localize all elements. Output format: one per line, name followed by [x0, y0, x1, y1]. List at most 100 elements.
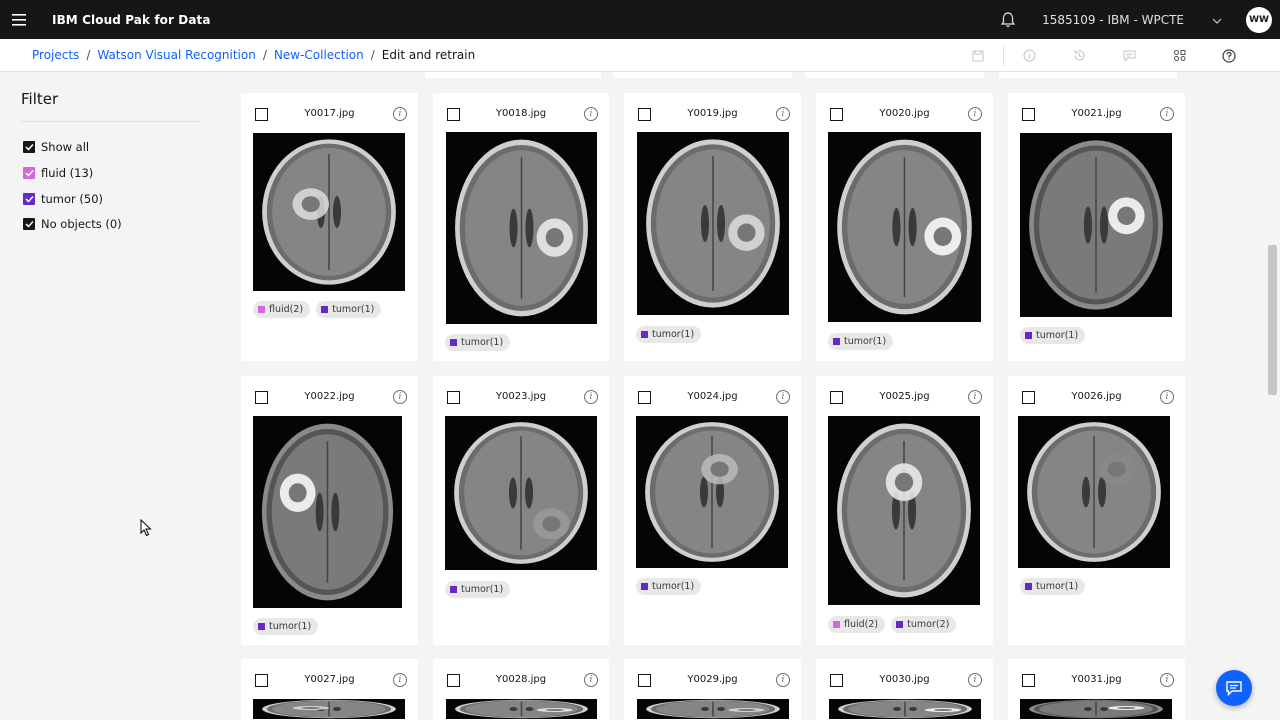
mri-image[interactable]	[253, 416, 402, 608]
mri-image[interactable]	[829, 699, 981, 719]
image-filename: Y0025.jpg	[879, 391, 930, 402]
checkbox-checked-icon[interactable]	[23, 141, 35, 153]
info-icon[interactable]: i	[584, 390, 598, 404]
filter-tumor[interactable]: tumor (50)	[23, 192, 103, 206]
mri-image[interactable]	[1020, 133, 1172, 317]
object-tag[interactable]: tumor(1)	[316, 301, 382, 318]
info-icon[interactable]: i	[968, 673, 982, 687]
image-card[interactable]: Y0019.jpg i tumor(1)	[624, 93, 801, 361]
filter-show-all[interactable]: Show all	[23, 140, 89, 154]
info-icon[interactable]: i	[968, 390, 982, 404]
card-partial	[425, 72, 601, 78]
info-icon[interactable]: i	[1160, 107, 1174, 121]
history-icon[interactable]	[1054, 39, 1104, 72]
avatar[interactable]: WW	[1246, 6, 1272, 33]
info-icon[interactable]: i	[1160, 673, 1174, 687]
filter-no-objects[interactable]: No objects (0)	[23, 217, 122, 231]
image-card[interactable]: Y0024.jpg i tumor(1)	[624, 376, 801, 645]
tag-label: tumor(1)	[652, 329, 695, 340]
comment-icon[interactable]	[1104, 39, 1154, 72]
image-card[interactable]: Y0022.jpg i tumor(1)	[241, 376, 418, 645]
breadcrumb-watson-visual-recognition[interactable]: Watson Visual Recognition	[97, 48, 255, 62]
mri-image[interactable]	[637, 699, 789, 719]
image-card[interactable]: Y0026.jpg i tumor(1)	[1008, 376, 1185, 645]
settings-icon[interactable]	[1154, 39, 1204, 72]
object-tags: tumor(1)	[253, 618, 319, 635]
filter-title: Filter	[21, 90, 59, 108]
filter-label: No objects (0)	[41, 217, 122, 231]
toolbar	[953, 39, 1254, 72]
image-filename: Y0023.jpg	[495, 391, 547, 402]
tag-label: tumor(1)	[1036, 581, 1079, 592]
image-card[interactable]: Y0030.jpg i	[816, 659, 993, 720]
image-filename: Y0029.jpg	[687, 674, 738, 685]
object-tag[interactable]: tumor(1)	[253, 618, 319, 635]
account-switcher[interactable]: 1585109 - IBM - WPCTE	[1042, 13, 1222, 27]
image-card[interactable]: Y0020.jpg i tumor(1)	[816, 93, 993, 361]
info-icon[interactable]: i	[968, 107, 982, 121]
chat-icon[interactable]	[1216, 670, 1252, 706]
breadcrumb-separator: /	[370, 48, 375, 62]
image-card[interactable]: Y0025.jpg i fluid(2) tumor(2)	[816, 376, 993, 645]
image-card[interactable]: Y0018.jpg i tumor(1)	[433, 93, 609, 361]
info-icon[interactable]: i	[776, 107, 790, 121]
object-tag[interactable]: tumor(1)	[1020, 578, 1086, 595]
notification-bell-icon[interactable]	[998, 10, 1018, 30]
object-tag[interactable]: tumor(1)	[445, 334, 511, 351]
object-tag[interactable]: fluid(2)	[828, 616, 886, 633]
object-tag[interactable]: tumor(1)	[636, 326, 702, 343]
object-tag[interactable]: tumor(2)	[891, 616, 957, 633]
image-card[interactable]: Y0029.jpg i	[624, 659, 801, 720]
menu-icon[interactable]	[1, 0, 37, 39]
mri-image[interactable]	[253, 133, 405, 291]
tag-label: tumor(1)	[461, 337, 504, 348]
mri-image[interactable]	[446, 132, 597, 324]
mri-image[interactable]	[828, 132, 981, 322]
mri-image[interactable]	[828, 416, 980, 605]
info-icon[interactable]: i	[584, 107, 598, 121]
mri-image[interactable]	[253, 699, 405, 719]
object-tag[interactable]: tumor(1)	[828, 333, 894, 350]
image-card[interactable]: Y0028.jpg i	[433, 659, 609, 720]
breadcrumb-projects[interactable]: Projects	[32, 48, 79, 62]
image-filename: Y0019.jpg	[687, 108, 738, 119]
info-icon[interactable]	[1004, 39, 1054, 72]
info-icon[interactable]: i	[776, 673, 790, 687]
checkbox-checked-icon[interactable]	[23, 218, 35, 230]
filter-fluid[interactable]: fluid (13)	[23, 166, 93, 180]
image-filename: Y0027.jpg	[304, 674, 355, 685]
image-card[interactable]: Y0027.jpg i	[241, 659, 418, 720]
tag-label: tumor(1)	[269, 621, 312, 632]
mri-image[interactable]	[446, 699, 597, 719]
mri-image[interactable]	[445, 416, 597, 570]
object-tag[interactable]: tumor(1)	[636, 578, 702, 595]
app-title[interactable]: IBM Cloud Pak for Data	[52, 13, 211, 27]
mouse-cursor-icon	[140, 519, 152, 537]
image-card[interactable]: Y0017.jpg i fluid(2) tumor(1)	[241, 93, 418, 361]
object-tag[interactable]: tumor(1)	[445, 581, 511, 598]
checkbox-checked-icon[interactable]	[23, 167, 35, 179]
mri-image[interactable]	[1020, 699, 1172, 719]
info-icon[interactable]: i	[393, 390, 407, 404]
info-icon[interactable]: i	[393, 107, 407, 121]
info-icon[interactable]: i	[584, 673, 598, 687]
help-icon[interactable]	[1204, 39, 1254, 72]
mri-image[interactable]	[636, 416, 788, 568]
object-tag[interactable]: fluid(2)	[253, 301, 311, 318]
info-icon[interactable]: i	[1160, 390, 1174, 404]
object-tags: tumor(1)	[636, 578, 702, 595]
mri-image[interactable]	[1018, 416, 1170, 568]
save-icon[interactable]	[953, 39, 1003, 72]
scrollbar[interactable]	[1268, 245, 1277, 395]
checkbox-checked-icon[interactable]	[23, 193, 35, 205]
image-card[interactable]: Y0023.jpg i tumor(1)	[433, 376, 609, 645]
breadcrumb-new-collection[interactable]: New-Collection	[274, 48, 364, 62]
info-icon[interactable]: i	[776, 390, 790, 404]
image-card[interactable]: Y0021.jpg i tumor(1)	[1008, 93, 1185, 361]
info-icon[interactable]: i	[393, 673, 407, 687]
object-tags: tumor(1)	[636, 326, 702, 343]
mri-image[interactable]	[637, 132, 789, 315]
object-tag[interactable]: tumor(1)	[1020, 327, 1086, 344]
image-card[interactable]: Y0031.jpg i	[1008, 659, 1185, 720]
object-tags: tumor(1)	[1020, 327, 1086, 344]
